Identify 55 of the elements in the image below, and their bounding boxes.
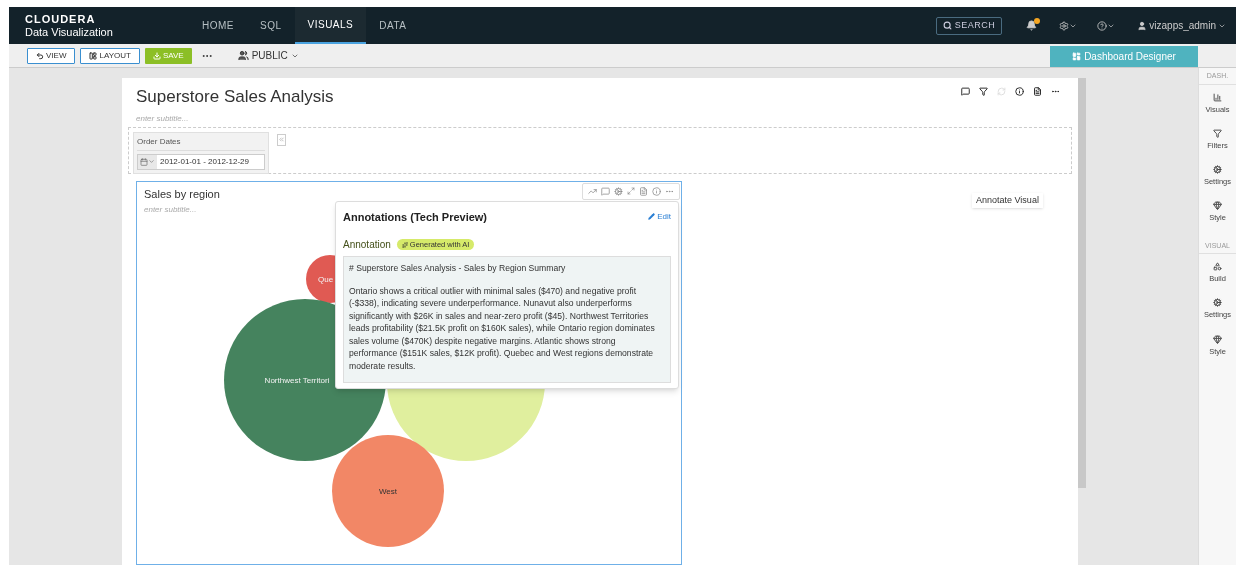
filter-icon[interactable] <box>979 87 988 96</box>
users-icon <box>237 50 249 61</box>
settings-icon <box>1059 20 1070 31</box>
nav-tab[interactable]: SQL <box>247 7 295 44</box>
build-icon <box>1213 262 1222 271</box>
collapse-button[interactable] <box>277 133 286 146</box>
filters-icon <box>1213 128 1222 138</box>
style-icon <box>1213 334 1222 344</box>
visual-title: Sales by region <box>144 186 220 202</box>
pencil-icon <box>648 213 656 221</box>
user-icon <box>1137 20 1148 31</box>
back-arrow-icon <box>36 51 44 60</box>
bell-icon <box>1026 20 1038 31</box>
view-button[interactable]: VIEW <box>27 47 76 64</box>
region-bubble: West <box>332 434 444 547</box>
dashboard-icon <box>1072 51 1082 61</box>
settings-icon[interactable] <box>614 186 623 196</box>
document-icon[interactable] <box>1033 87 1042 96</box>
layout-button[interactable]: LAYOUT <box>80 47 140 64</box>
settings-icon <box>1213 165 1222 174</box>
search-button[interactable]: SEARCH <box>935 16 1003 35</box>
user-menu[interactable]: vizapps_admin <box>1137 18 1226 33</box>
product-name: Data Visualization <box>25 26 114 38</box>
help-menu[interactable] <box>1097 20 1116 31</box>
download-icon <box>152 51 161 60</box>
popover-title: Annotations (Tech Preview) <box>343 209 488 225</box>
settings-icon <box>1213 298 1222 308</box>
search-icon <box>942 21 952 30</box>
double-chevron-icon <box>278 136 285 143</box>
settings-menu[interactable] <box>1059 20 1078 31</box>
nav-tab[interactable]: VISUALS <box>294 7 367 44</box>
nav-tab[interactable]: HOME <box>189 7 247 44</box>
notification-button[interactable] <box>1026 20 1038 31</box>
sparkle-icon <box>401 241 408 248</box>
comment-icon[interactable] <box>961 87 970 96</box>
filter-label: Order Dates <box>137 135 265 151</box>
brand-name: CLOUDERA <box>25 13 97 25</box>
annotation-label: Annotation <box>343 238 391 252</box>
info-icon[interactable] <box>1015 87 1024 96</box>
calendar-icon <box>140 157 148 166</box>
dashboard-title: Superstore Sales Analysis <box>136 86 334 108</box>
expand-icon[interactable] <box>627 187 635 195</box>
date-range-field[interactable]: 2012-01-01 - 2012-12-29 <box>137 153 265 170</box>
more-icon[interactable] <box>1051 87 1060 96</box>
help-icon <box>1097 20 1108 31</box>
style-icon <box>1213 201 1222 211</box>
nav-tab[interactable]: DATA <box>366 7 420 44</box>
visibility-dropdown[interactable]: PUBLIC <box>237 48 299 63</box>
layout-icon <box>89 51 98 60</box>
calendar-dropdown[interactable] <box>138 154 157 169</box>
tooltip: Annotate Visual <box>972 192 1043 208</box>
edit-link[interactable]: Edit <box>648 210 671 223</box>
caret-icon <box>148 158 155 165</box>
trend-icon[interactable] <box>588 186 597 196</box>
visuals-icon <box>1213 92 1222 102</box>
